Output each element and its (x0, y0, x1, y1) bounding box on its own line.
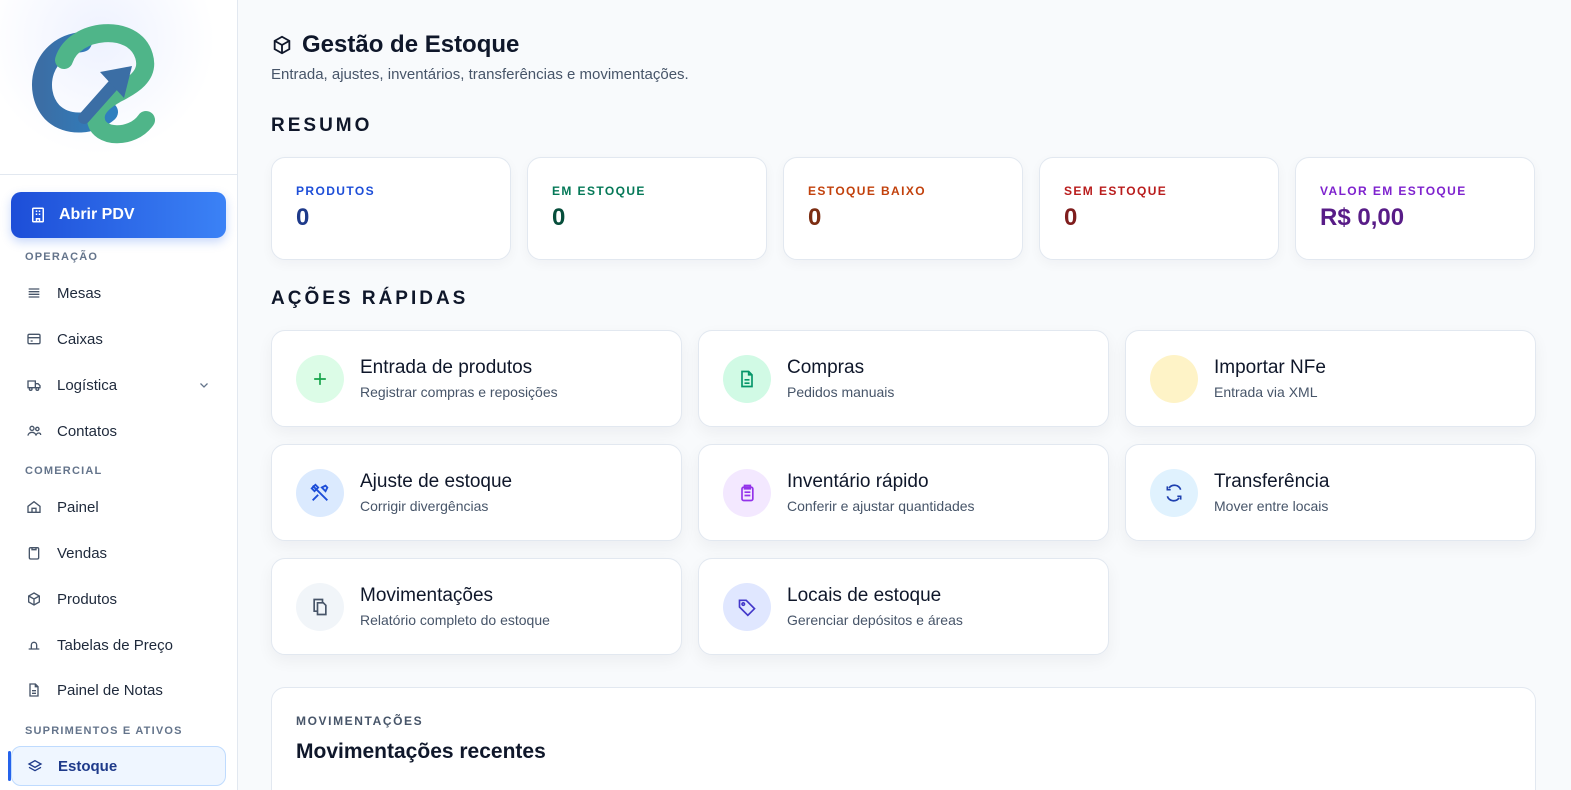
stat-value: 0 (296, 204, 310, 231)
action-subtitle: Conferir e ajustar quantidades (787, 498, 975, 514)
page-title: Gestão de Estoque (302, 31, 520, 58)
building-icon (32, 207, 44, 223)
recent-kicker: MOVIMENTAÇÕES (296, 714, 424, 728)
layers-icon (27, 759, 43, 772)
action-movimentacoes[interactable]: Movimentações Relatório completo do esto… (271, 558, 682, 655)
stat-card-estoque-baixo: ESTOQUE BAIXO 0 (783, 157, 1023, 260)
action-subtitle: Pedidos manuais (787, 384, 895, 400)
action-subtitle: Relatório completo do estoque (360, 612, 550, 628)
sidebar-item-label: Caixas (57, 330, 103, 348)
action-title: Compras (787, 357, 865, 378)
action-title: Transferência (1214, 471, 1330, 492)
stat-label: PRODUTOS (296, 184, 375, 198)
summary-heading: RESUMO (271, 115, 373, 136)
sidebar: Abrir PDV OPERAÇÃO Mesas Caixas Logístic… (0, 0, 238, 790)
action-title: Locais de estoque (787, 585, 942, 606)
action-title: Importar NFe (1214, 357, 1326, 378)
stat-card-sem-estoque: SEM ESTOQUE 0 (1039, 157, 1279, 260)
tools-icon (296, 468, 344, 517)
home-icon (27, 500, 41, 513)
sidebar-item-label: Painel (57, 498, 99, 516)
action-entrada-produtos[interactable]: Entrada de produtos Registrar compras e … (271, 330, 682, 427)
file-text-icon (723, 354, 771, 403)
sidebar-item-caixas[interactable]: Caixas (11, 319, 226, 359)
stat-value: R$ 0,00 (1320, 204, 1405, 231)
brand-logo-icon[interactable] (24, 20, 156, 156)
recent-movements-card: MOVIMENTAÇÕES Movimentações recentes (271, 687, 1536, 790)
card-icon (27, 333, 41, 345)
logo-area (0, 0, 237, 175)
sidebar-item-label: Vendas (57, 544, 108, 562)
clipboard-icon (28, 547, 40, 560)
stat-label: VALOR EM ESTOQUE (1320, 184, 1467, 198)
open-pdv-label: Abrir PDV (59, 206, 135, 223)
lines-icon (28, 288, 40, 298)
stat-value: 0 (1064, 204, 1078, 231)
actions-heading: AÇÕES RÁPIDAS (271, 288, 469, 309)
stat-card-valor: VALOR EM ESTOQUE R$ 0,00 (1295, 157, 1535, 260)
stat-card-em-estoque: EM ESTOQUE 0 (527, 157, 767, 260)
sidebar-item-label: Painel de Notas (57, 681, 163, 699)
action-subtitle: Gerenciar depósitos e áreas (787, 612, 963, 628)
sidebar-item-logistica[interactable]: Logística (11, 365, 226, 405)
action-importar-nfe[interactable]: Importar NFe Entrada via XML (1125, 330, 1536, 427)
recent-title: Movimentações recentes (296, 740, 546, 763)
sidebar-item-produtos[interactable]: Produtos (11, 579, 226, 619)
action-title: Movimentações (360, 585, 494, 606)
sidebar-item-vendas[interactable]: Vendas (11, 533, 226, 573)
sidebar-item-label: Logística (57, 376, 118, 394)
truck-icon (27, 380, 41, 391)
sidebar-item-painel[interactable]: Painel (11, 487, 226, 527)
box-icon (28, 592, 40, 606)
sidebar-item-label: Estoque (58, 757, 118, 775)
page-subtitle: Entrada, ajustes, inventários, transferê… (271, 66, 689, 83)
sidebar-item-estoque[interactable]: Estoque (11, 746, 226, 786)
copy-icon (296, 582, 344, 631)
sidebar-item-label: Produtos (57, 590, 118, 608)
nav-section-suprimentos: SUPRIMENTOS E ATIVOS (25, 725, 183, 737)
action-ajuste-estoque[interactable]: Ajuste de estoque Corrigir divergências (271, 444, 682, 541)
stat-value: 0 (552, 204, 566, 231)
tag-icon (723, 582, 771, 631)
action-locais-estoque[interactable]: Locais de estoque Gerenciar depósitos e … (698, 558, 1109, 655)
open-pdv-button[interactable]: Abrir PDV (11, 192, 226, 238)
stat-card-produtos: PRODUTOS 0 (271, 157, 511, 260)
sidebar-item-notas[interactable]: Painel de Notas (11, 670, 226, 710)
action-inventario-rapido[interactable]: Inventário rápido Conferir e ajustar qua… (698, 444, 1109, 541)
action-subtitle: Corrigir divergências (360, 498, 489, 514)
sidebar-item-label: Contatos (57, 422, 118, 440)
sidebar-item-label: Tabelas de Preço (57, 636, 173, 654)
users-icon (27, 425, 42, 436)
page-header: Gestão de Estoque (271, 31, 519, 59)
action-transferencia[interactable]: Transferência Mover entre locais (1125, 444, 1536, 541)
stat-value: 0 (808, 204, 822, 231)
plus-icon (296, 354, 344, 403)
scale-icon (28, 641, 40, 650)
stat-label: SEM ESTOQUE (1064, 184, 1168, 198)
refresh-icon (1150, 468, 1198, 517)
sidebar-item-label: Mesas (57, 284, 102, 302)
stat-label: ESTOQUE BAIXO (808, 184, 926, 198)
box-icon (273, 35, 291, 55)
action-subtitle: Mover entre locais (1214, 498, 1329, 514)
action-subtitle: Entrada via XML (1214, 384, 1318, 400)
chevron-down-icon[interactable] (198, 379, 210, 391)
clipboard-list-icon (723, 468, 771, 517)
action-subtitle: Registrar compras e reposições (360, 384, 558, 400)
nav-section-comercial: COMERCIAL (25, 465, 103, 477)
stat-label: EM ESTOQUE (552, 184, 646, 198)
action-title: Entrada de produtos (360, 357, 533, 378)
action-title: Inventário rápido (787, 471, 929, 492)
action-title: Ajuste de estoque (360, 471, 513, 492)
sidebar-item-mesas[interactable]: Mesas (11, 273, 226, 313)
import-icon (1150, 354, 1198, 403)
nav-section-operacao: OPERAÇÃO (25, 251, 99, 263)
sidebar-item-tabelas[interactable]: Tabelas de Preço (11, 625, 226, 665)
action-compras[interactable]: Compras Pedidos manuais (698, 330, 1109, 427)
document-icon (29, 683, 39, 697)
sidebar-item-contatos[interactable]: Contatos (11, 411, 226, 451)
